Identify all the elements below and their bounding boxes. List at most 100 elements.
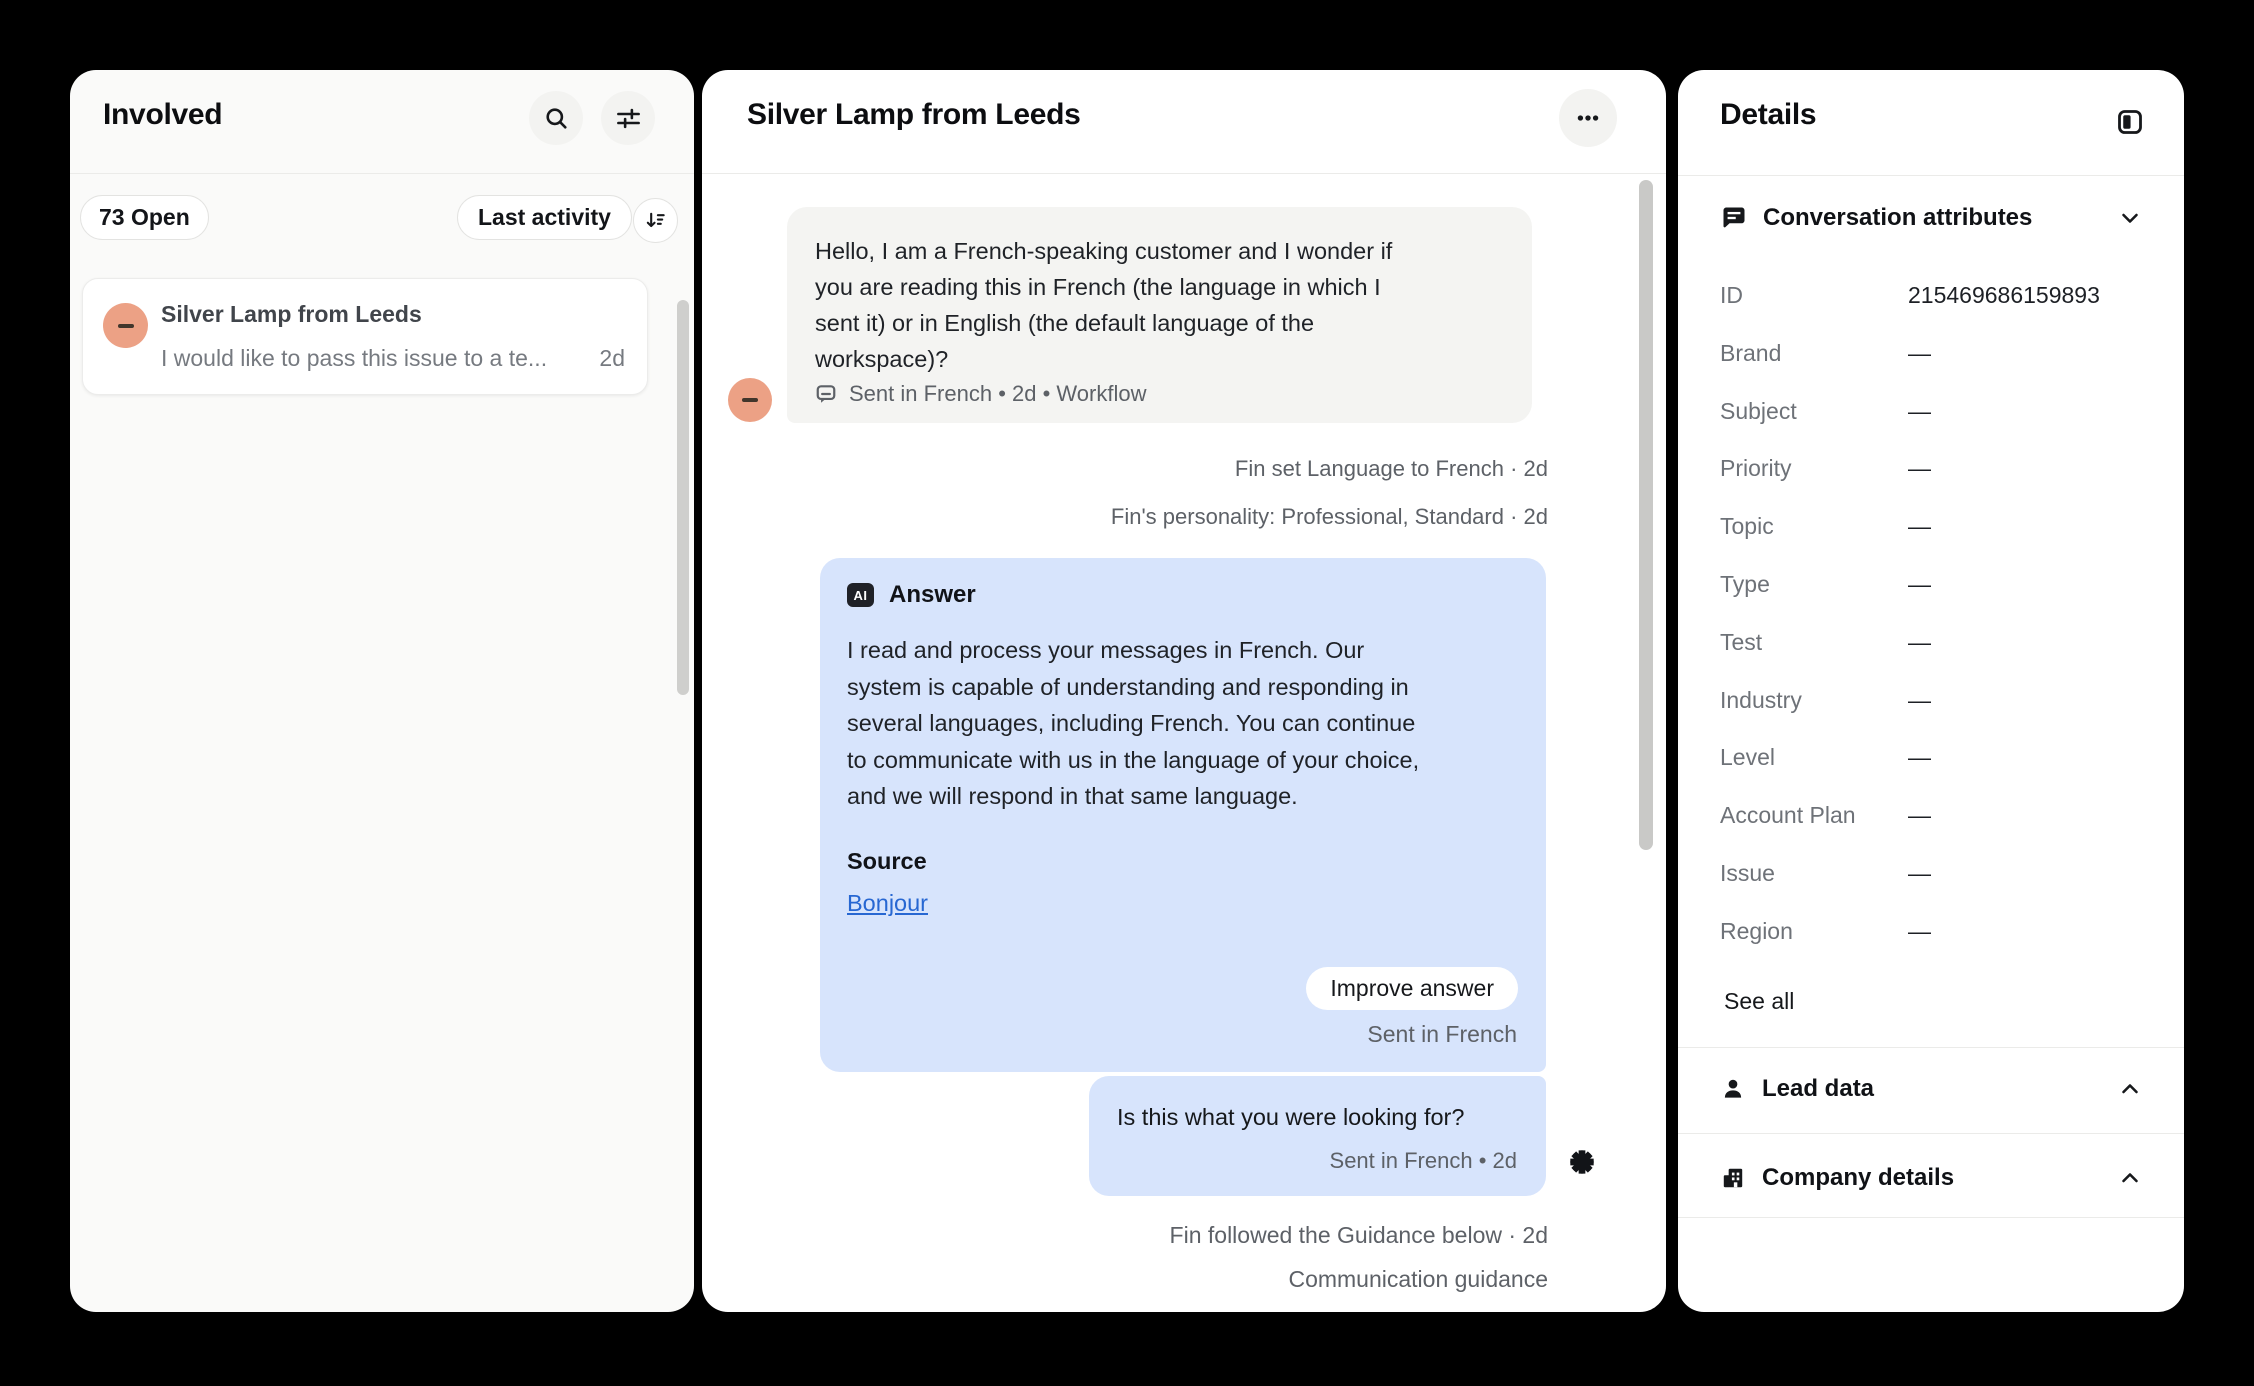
- communication-guidance-link[interactable]: Communication guidance: [1288, 1266, 1548, 1293]
- inbox-title: Involved: [103, 98, 222, 132]
- section-divider: [1678, 1047, 2184, 1048]
- details-panel: Details Conversation attributes: [1678, 70, 2184, 1312]
- attribute-value: —: [1908, 455, 1931, 483]
- attribute-value: —: [1908, 918, 1931, 946]
- improve-answer-label: Improve answer: [1330, 975, 1494, 1002]
- conversation-list-item[interactable]: Silver Lamp from Leeds I would like to p…: [82, 278, 648, 395]
- filter-button[interactable]: [601, 91, 655, 145]
- attribute-value: —: [1908, 802, 1931, 830]
- conversation-scrollbar[interactable]: [1639, 180, 1653, 850]
- attribute-value: —: [1908, 744, 1931, 772]
- chat-bubble-icon: [815, 383, 837, 405]
- open-count-label: 73 Open: [99, 204, 190, 231]
- fin-message-meta: Sent in French • 2d: [1330, 1148, 1517, 1174]
- see-all-link[interactable]: See all: [1724, 988, 1794, 1015]
- attribute-row[interactable]: Level —: [1720, 744, 2142, 772]
- attribute-label: Subject: [1720, 398, 1908, 426]
- attribute-row[interactable]: Industry —: [1720, 687, 2142, 715]
- customer-message-meta-row: Sent in French • 2d • Workflow: [815, 381, 1146, 407]
- ai-answer-meta: Sent in French: [1367, 1021, 1517, 1048]
- customer-message-meta: Sent in French • 2d • Workflow: [849, 381, 1146, 407]
- event-fin-personality: Fin's personality: Professional, Standar…: [1111, 504, 1548, 530]
- event-language-set: Fin set Language to French · 2d: [1235, 456, 1548, 482]
- search-button[interactable]: [529, 91, 583, 145]
- attribute-row[interactable]: Issue —: [1720, 860, 2142, 888]
- sort-direction-button[interactable]: [633, 198, 678, 243]
- lead-data-section[interactable]: Lead data: [1720, 1075, 2142, 1103]
- company-details-section[interactable]: Company details: [1720, 1164, 2142, 1192]
- person-icon: [1720, 1076, 1746, 1102]
- list-item-title: Silver Lamp from Leeds: [161, 301, 422, 328]
- sort-by-label: Last activity: [478, 204, 611, 231]
- chevron-up-icon: [2118, 1166, 2142, 1190]
- attribute-label: Level: [1720, 744, 1908, 772]
- attribute-label: Test: [1720, 629, 1908, 657]
- filter-sliders-icon: [615, 105, 642, 132]
- fin-message-bubble: Is this what you were looking for? Sent …: [1089, 1076, 1546, 1196]
- section-divider: [1678, 1217, 2184, 1218]
- conversation-attributes-icon: [1720, 204, 1748, 232]
- customer-message-text: Hello, I am a French-speaking customer a…: [815, 233, 1392, 377]
- list-item-time: 2d: [599, 345, 625, 372]
- improve-answer-button[interactable]: Improve answer: [1306, 967, 1518, 1010]
- attribute-value: —: [1908, 398, 1931, 426]
- attribute-label: Issue: [1720, 860, 1908, 888]
- attribute-value: —: [1908, 340, 1931, 368]
- attribute-label: Topic: [1720, 513, 1908, 541]
- customer-message-bubble: Hello, I am a French-speaking customer a…: [787, 207, 1532, 423]
- conversation-header-divider: [702, 173, 1666, 174]
- attribute-row[interactable]: Brand —: [1720, 340, 2142, 368]
- panel-toggle-button[interactable]: [2116, 108, 2144, 136]
- inbox-scrollbar[interactable]: [677, 300, 689, 695]
- panel-toggle-icon: [2116, 108, 2144, 136]
- attribute-row[interactable]: ID 215469686159893: [1720, 282, 2142, 310]
- ai-answer-bubble: AI Answer I read and process your messag…: [820, 558, 1546, 1072]
- source-link[interactable]: Bonjour: [847, 890, 928, 917]
- app-window: Involved 73 Open: [0, 0, 2254, 1386]
- open-count-filter[interactable]: 73 Open: [80, 195, 209, 240]
- attribute-value: —: [1908, 860, 1931, 888]
- attribute-label: Priority: [1720, 455, 1908, 483]
- attribute-row[interactable]: Type —: [1720, 571, 2142, 599]
- attribute-label: Industry: [1720, 687, 1908, 715]
- source-label: Source: [847, 848, 927, 875]
- anonymous-minus-icon: [742, 398, 758, 402]
- ai-answer-header: AI Answer: [847, 581, 976, 609]
- customer-avatar: [728, 378, 772, 422]
- ai-answer-title: Answer: [889, 581, 976, 609]
- attribute-row[interactable]: Priority —: [1720, 455, 2142, 483]
- search-icon: [543, 105, 570, 132]
- attribute-row[interactable]: Test —: [1720, 629, 2142, 657]
- attribute-label: ID: [1720, 282, 1908, 310]
- sort-by-button[interactable]: Last activity: [457, 195, 632, 240]
- sort-descending-icon: [644, 209, 667, 232]
- chevron-down-icon: [2118, 206, 2142, 230]
- section-divider: [1678, 1133, 2184, 1134]
- attribute-row[interactable]: Topic —: [1720, 513, 2142, 541]
- attribute-value: —: [1908, 571, 1931, 599]
- fin-message-text: Is this what you were looking for?: [1117, 1104, 1464, 1131]
- attribute-row[interactable]: Account Plan —: [1720, 802, 2142, 830]
- conversation-attributes-section[interactable]: Conversation attributes: [1720, 204, 2142, 232]
- attribute-label: Account Plan: [1720, 802, 1908, 830]
- attribute-value: —: [1908, 687, 1931, 715]
- details-header-divider: [1678, 175, 2184, 176]
- inbox-header-divider: [70, 173, 694, 174]
- attribute-label: Region: [1720, 918, 1908, 946]
- lead-data-label: Lead data: [1762, 1075, 1874, 1103]
- customer-avatar: [103, 303, 148, 348]
- fin-ai-logo-icon: [1558, 1138, 1606, 1186]
- ai-answer-body: I read and process your messages in Fren…: [847, 632, 1419, 815]
- conversation-panel: Silver Lamp from Leeds Hello, I am a Fre…: [702, 70, 1666, 1312]
- details-title: Details: [1720, 98, 1816, 132]
- more-options-button[interactable]: [1559, 89, 1617, 147]
- conversation-title: Silver Lamp from Leeds: [747, 98, 1081, 132]
- attribute-row[interactable]: Subject —: [1720, 398, 2142, 426]
- attribute-label: Type: [1720, 571, 1908, 599]
- more-ellipsis-icon: [1574, 104, 1602, 132]
- attribute-value: —: [1908, 629, 1931, 657]
- attribute-value: 215469686159893: [1908, 282, 2100, 310]
- attribute-row[interactable]: Region —: [1720, 918, 2142, 946]
- anonymous-minus-icon: [118, 324, 134, 328]
- inbox-panel: Involved 73 Open: [70, 70, 694, 1312]
